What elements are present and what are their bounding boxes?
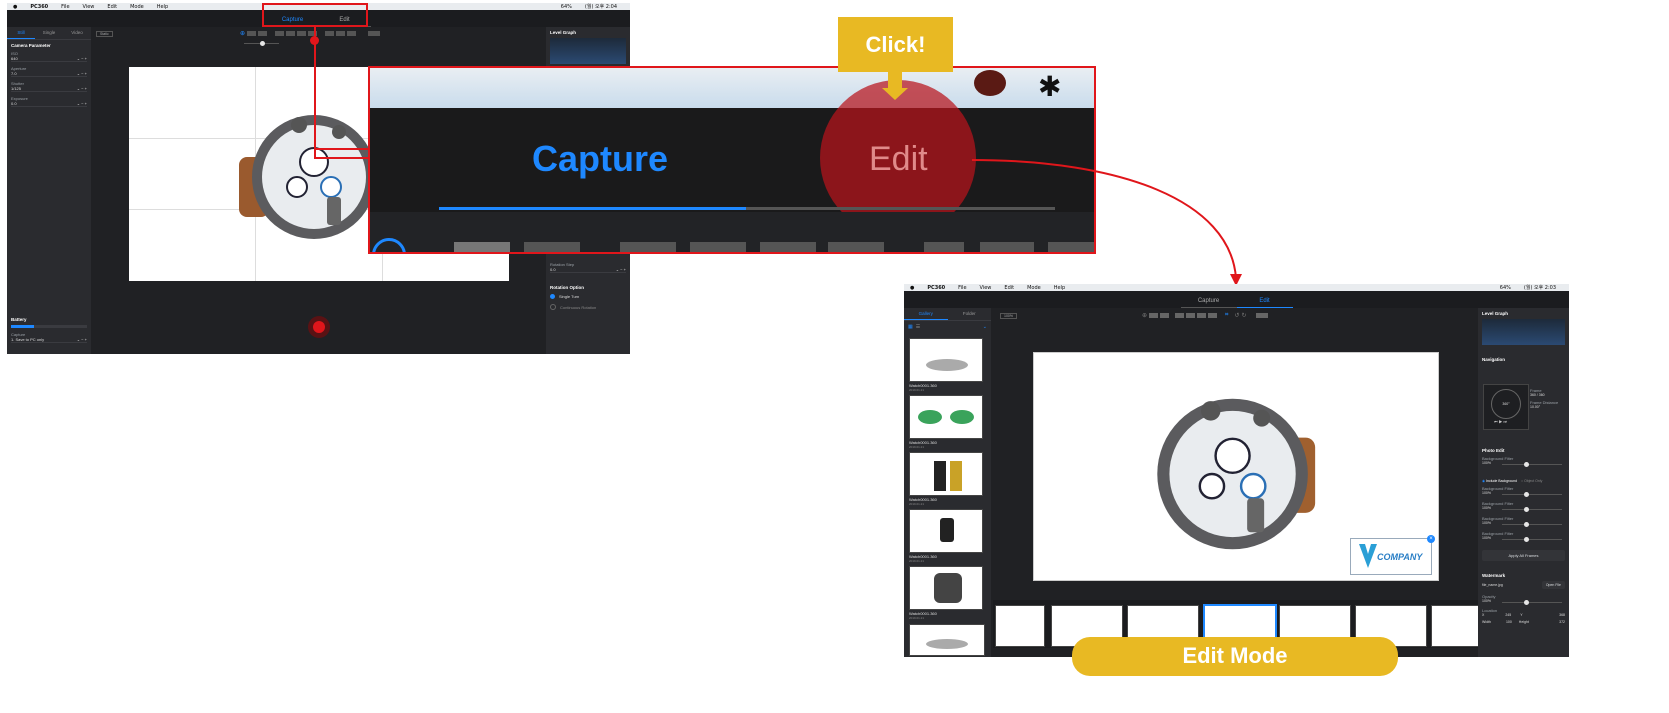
layout-icon[interactable] <box>1149 313 1159 318</box>
watermark-title: Watermark <box>1482 573 1506 578</box>
gallery-thumb <box>909 395 983 439</box>
menu-file[interactable]: File <box>958 285 966 291</box>
app-name[interactable]: PC360 <box>927 285 945 291</box>
include-background-radio[interactable]: ◉ Include Background <box>1482 479 1517 483</box>
navigation-title: Navigation <box>1482 357 1506 362</box>
close-icon[interactable]: × <box>1427 535 1435 543</box>
menu-edit[interactable]: Edit <box>1004 285 1014 291</box>
layout-icon[interactable] <box>1160 313 1170 318</box>
bg-filter-slider[interactable]: 100% <box>1482 461 1565 467</box>
clock: (월) 오후 2:03 <box>1523 285 1556 291</box>
edit-mode-label: Edit Mode <box>1072 637 1398 676</box>
opacity-slider[interactable]: 100% <box>1482 599 1565 605</box>
level-graph-title: Level Graph <box>1482 311 1509 316</box>
tab-edit[interactable]: Edit <box>1236 298 1293 308</box>
object-only-radio[interactable]: ○ Object Only <box>1521 479 1542 483</box>
menu-mode[interactable]: Mode <box>1027 285 1041 291</box>
apple-icon[interactable]: ● <box>910 285 914 291</box>
apply-all-frames-button[interactable]: Apply All Frames <box>1482 550 1565 561</box>
menu-help[interactable]: Help <box>1054 285 1065 291</box>
zoom-badge[interactable]: 100% <box>1000 313 1017 319</box>
gallery-tabs: Gallery Folder <box>904 308 991 321</box>
location-fields[interactable]: X 245 Y 368 <box>1482 613 1565 617</box>
edit-canvas[interactable]: COMPANY × <box>1033 352 1439 581</box>
gallery-thumb <box>909 509 983 553</box>
edit-window: ● PC360 File View Edit Mode Help 64% (월)… <box>904 284 1569 657</box>
watch-image <box>1150 389 1320 559</box>
filter-slider[interactable]: 100% <box>1482 491 1565 497</box>
crop-icon[interactable]: ⌗ <box>1225 312 1228 319</box>
edit-right-panel: Level Graph Navigation 360° ⏮ ▶ ⏭ Frame … <box>1478 308 1569 657</box>
filter-slider[interactable]: 100% <box>1482 506 1565 512</box>
mac-menubar: ● PC360 File View Edit Mode Help 64% (월)… <box>904 284 1569 291</box>
gallery-thumb[interactable] <box>909 624 985 656</box>
tab-folder[interactable]: Folder <box>948 308 992 320</box>
frame-value: 360 / 360 <box>1530 393 1545 397</box>
gallery-item[interactable]: Watch0001.360 2019.01.21 <box>909 338 983 392</box>
company-logo-icon <box>1359 544 1377 568</box>
level-graph <box>1482 319 1565 345</box>
frame-distance-value: 10.00° <box>1530 405 1541 409</box>
view-toggle: ▦ ☰ ⌄ <box>904 321 991 333</box>
watermark-logo: COMPANY <box>1377 552 1423 562</box>
tab-capture[interactable]: Capture <box>1180 298 1237 308</box>
gallery-item[interactable]: Watch0001.360 2019.01.21 <box>909 395 983 449</box>
mode-tabs: Capture Edit <box>904 291 1569 308</box>
zoom-icon[interactable]: ⊕ <box>1142 312 1147 319</box>
gallery-thumb <box>909 338 983 382</box>
grid-view-icon[interactable]: ▦ <box>908 324 913 330</box>
gallery-item[interactable]: Watch0001.360 2019.01.21 <box>909 509 983 563</box>
film-frame[interactable] <box>1431 605 1479 647</box>
layout-icon[interactable] <box>1197 313 1207 318</box>
filter-slider[interactable]: 100% <box>1482 521 1565 527</box>
open-file-button[interactable]: Open File <box>1541 581 1565 589</box>
rotate-left-icon[interactable]: ↺ <box>1234 312 1239 319</box>
gallery-item[interactable]: Watch0001.360 2019.01.21 <box>909 566 983 620</box>
photo-edit-title: Photo Edit <box>1482 448 1505 453</box>
size-fields[interactable]: Width 100 Height 372 <box>1482 620 1565 624</box>
layout-icon[interactable] <box>1175 313 1185 318</box>
gallery-item[interactable]: Watch0001.360 2019.01.21 <box>909 452 983 506</box>
menu-view[interactable]: View <box>980 285 992 291</box>
navigation-dial[interactable]: 360° ⏮ ▶ ⏭ <box>1483 384 1529 430</box>
edit-toolbar: ⊕ ⌗ ↺ ↻ <box>1142 312 1269 319</box>
list-view-icon[interactable]: ☰ <box>916 324 920 330</box>
tab-gallery[interactable]: Gallery <box>904 308 948 320</box>
layout-icon[interactable] <box>1208 313 1218 318</box>
gallery-thumb <box>909 452 983 496</box>
watermark-box[interactable]: COMPANY × <box>1350 535 1435 575</box>
ratio-icon[interactable] <box>1256 313 1269 318</box>
playback-controls[interactable]: ⏮ ▶ ⏭ <box>1494 419 1507 424</box>
film-frame[interactable] <box>995 605 1045 647</box>
filter-slider[interactable]: 100% <box>1482 536 1565 542</box>
gallery-panel: Gallery Folder ▦ ☰ ⌄ Watch0001.360 2019.… <box>904 308 991 657</box>
chevron-down-icon[interactable]: ⌄ <box>983 324 987 330</box>
battery-percent: 64% <box>1499 284 1511 291</box>
layout-icon[interactable] <box>1186 313 1196 318</box>
watermark-file-name: file_name.jpg <box>1482 583 1503 587</box>
rotate-right-icon[interactable]: ↻ <box>1241 312 1246 319</box>
gallery-thumb <box>909 566 983 610</box>
